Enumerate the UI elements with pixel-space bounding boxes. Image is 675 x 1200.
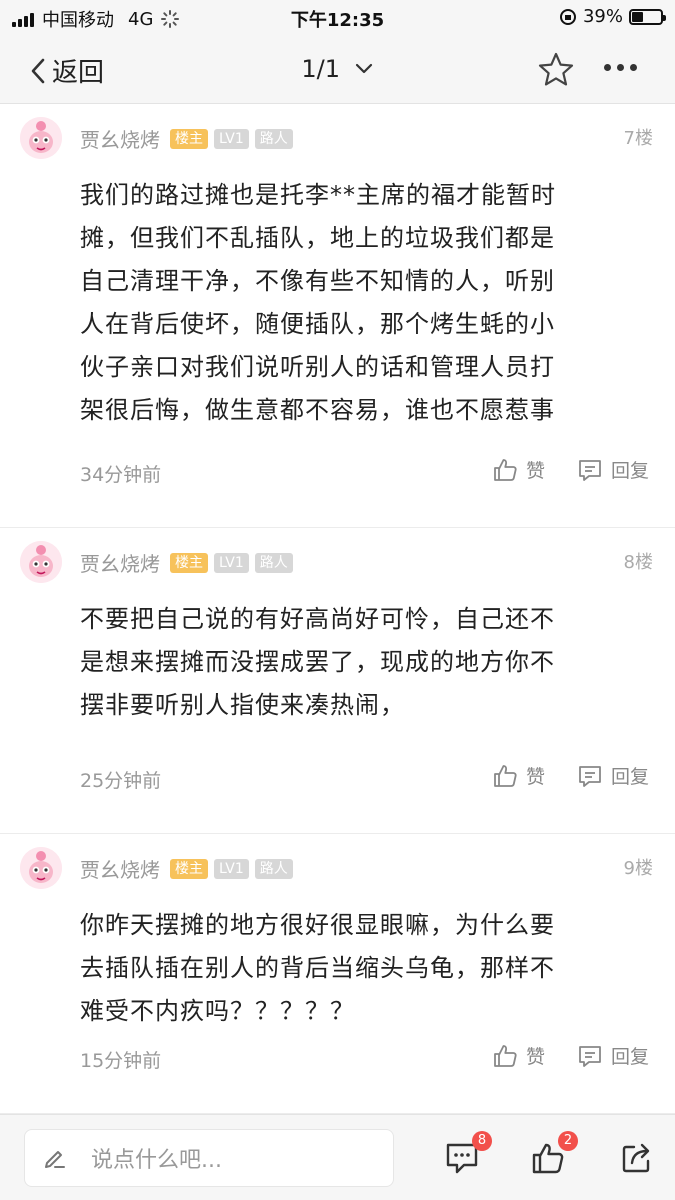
post-content-line: 是想来摆摊而没摆成罢了，现成的地方你不: [80, 648, 555, 676]
post-content-line: 自己清理干净，不像有些不知情的人，听别: [80, 267, 555, 295]
host-badge: 楼主: [170, 552, 208, 573]
floor-number: 7楼: [623, 128, 653, 149]
post-content-line: 摊，但我们不乱插队，地上的垃圾我们都是: [80, 224, 555, 252]
like-label: 赞: [526, 460, 546, 482]
reply-button[interactable]: 回复: [577, 456, 649, 483]
post-content-line: 我们的路过摊也是托李**主席的福才能暂时: [80, 181, 556, 209]
post-content: 我们的路过摊也是托李**主席的福才能暂时 摊，但我们不乱插队，地上的垃圾我们都是自…: [80, 174, 640, 432]
post-content-line: 伙子亲口对我们说听别人的话和管理人员打: [80, 353, 555, 381]
post-item: 贾幺烧烤 楼主 LV1 路人 7楼我们的路过摊也是托李**主席的福才能暂时 摊，但…: [0, 104, 675, 528]
post-meta: 贾幺烧烤 楼主 LV1 路人: [80, 124, 293, 153]
username[interactable]: 贾幺烧烤: [80, 854, 160, 883]
reply-label: 回复: [611, 460, 650, 482]
like-label: 赞: [526, 766, 546, 788]
post-content: 不要把自己说的有好高尚好可怜，自己还不 是想来摆摊而没摆成罢了，现成的地方你不 摆非…: [80, 598, 640, 727]
reply-bubble-icon: [579, 765, 601, 787]
post-content: 你昨天摆摊的地方很好很显眼嘛，为什么要 去插队插在别人的背后当缩头乌龟，那样不 难受…: [80, 904, 640, 1033]
reply-bubble-icon: [579, 459, 601, 481]
reply-button[interactable]: 回复: [577, 762, 649, 789]
level-badge: LV1: [214, 858, 249, 879]
level-badge: LV1: [214, 552, 249, 573]
post-content-line: 架很后悔，做生意都不容易，谁也不愿惹事: [80, 396, 555, 424]
host-badge: 楼主: [170, 128, 208, 149]
avatar[interactable]: [20, 117, 62, 159]
username[interactable]: 贾幺烧烤: [80, 124, 160, 153]
post-content-line: 去插队插在别人的背后当缩头乌龟，那样不: [80, 954, 555, 982]
post-content-line: 人在背后使坏，随便插队，那个烤生蚝的小: [80, 310, 555, 338]
pencil-icon: [45, 1151, 65, 1168]
post-meta: 贾幺烧烤 楼主 LV1 路人: [80, 548, 293, 577]
thumbs-up-icon: [494, 1044, 517, 1067]
nav-bar: 返回 1/1: [0, 36, 675, 104]
post-content-line: 不要把自己说的有好高尚好可怜，自己还不: [80, 605, 555, 633]
post-content-line: 摆非要听别人指使来凑热闹，: [80, 691, 405, 719]
favorite-button[interactable]: [538, 52, 574, 90]
post-meta: 贾幺烧烤 楼主 LV1 路人: [80, 854, 293, 883]
thumbs-up-icon: [494, 458, 517, 481]
reply-button[interactable]: 回复: [577, 1042, 649, 1069]
star-icon: [538, 52, 574, 86]
role-badge: 路人: [254, 128, 293, 149]
post-time: 34分钟前: [80, 464, 162, 486]
like-button[interactable]: 赞: [492, 456, 545, 483]
bottom-bar: 说点什么吧... 8 2: [0, 1114, 675, 1200]
floor-number: 9楼: [623, 858, 653, 879]
like-button[interactable]: 赞: [492, 762, 545, 789]
like-button[interactable]: 赞: [492, 1042, 545, 1069]
post-content-line: 你昨天摆摊的地方很好很显眼嘛，为什么要: [80, 911, 555, 939]
post-content-line: 难受不内疚吗？？？？？: [80, 997, 355, 1025]
avatar[interactable]: [20, 541, 62, 583]
post-time: 15分钟前: [80, 1050, 162, 1072]
floor-number: 8楼: [623, 552, 653, 573]
page-indicator-label: 1/1: [301, 55, 340, 83]
status-bar: 中国移动 4G 下午12:35 39%: [0, 0, 675, 36]
post-time: 25分钟前: [80, 770, 162, 792]
role-badge: 路人: [254, 552, 293, 573]
username[interactable]: 贾幺烧烤: [80, 548, 160, 577]
post-item: 贾幺烧烤 楼主 LV1 路人 9楼你昨天摆摊的地方很好很显眼嘛，为什么要 去插队插…: [0, 834, 675, 1114]
reply-label: 回复: [611, 1046, 650, 1068]
battery-percent: 39%: [582, 6, 623, 27]
thumbs-up-icon: [494, 764, 517, 787]
battery-icon: [629, 8, 666, 25]
host-badge: 楼主: [170, 858, 208, 879]
role-badge: 路人: [254, 858, 293, 879]
like-post-button[interactable]: 2: [530, 1131, 578, 1179]
orientation-lock-icon: [559, 8, 576, 25]
level-badge: LV1: [214, 128, 249, 149]
comment-input[interactable]: 说点什么吧...: [24, 1129, 394, 1187]
reply-label: 回复: [611, 766, 650, 788]
comment-placeholder: 说点什么吧...: [91, 1148, 222, 1173]
share-icon: [622, 1143, 650, 1173]
like-count-badge: 2: [558, 1131, 578, 1151]
post-item: 贾幺烧烤 楼主 LV1 路人 8楼不要把自己说的有好高尚好可怜，自己还不 是想来摆…: [0, 528, 675, 834]
comment-count-badge: 8: [472, 1131, 492, 1151]
avatar[interactable]: [20, 847, 62, 889]
share-button[interactable]: [620, 1141, 654, 1179]
chevron-down-icon: [355, 63, 372, 74]
reply-bubble-icon: [579, 1045, 601, 1067]
comments-button[interactable]: 8: [444, 1131, 492, 1179]
more-button[interactable]: [604, 64, 637, 71]
like-label: 赞: [526, 1046, 546, 1068]
more-dots-icon: [604, 64, 611, 71]
